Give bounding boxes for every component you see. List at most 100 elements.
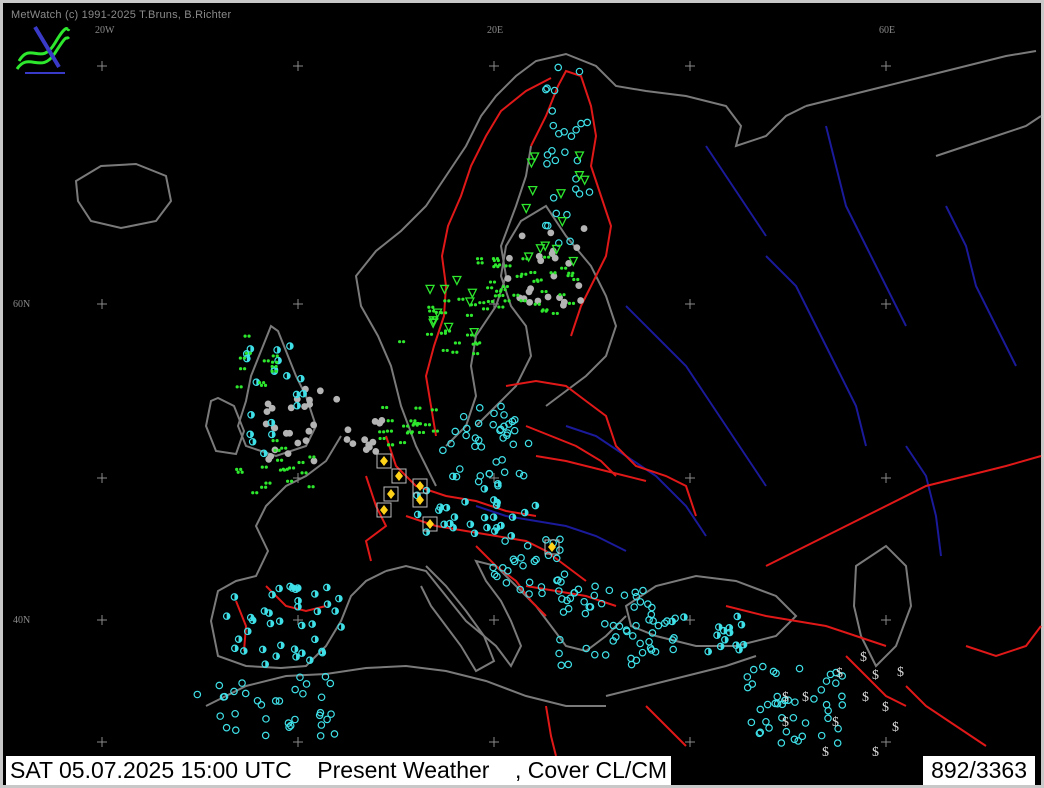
cloud-cover-icon	[669, 645, 678, 654]
rain-icon	[390, 419, 394, 423]
rain-icon	[270, 364, 274, 369]
rain-icon	[503, 288, 507, 292]
rain-icon	[490, 299, 494, 304]
cloud-cover-icon	[824, 714, 832, 723]
rain-icon	[485, 307, 490, 311]
rain-icon	[251, 491, 255, 495]
cloud-cover-icon	[548, 107, 557, 115]
rain-icon	[492, 265, 496, 269]
thunderstorm-icon	[548, 542, 556, 552]
thunderstorm-icon	[380, 505, 388, 515]
rain-icon	[271, 354, 275, 358]
plus-icon	[685, 61, 695, 71]
coastline-segment	[385, 559, 627, 668]
cloud-cover-icon	[253, 696, 262, 705]
rain-icon	[271, 439, 275, 443]
border-segment	[905, 685, 987, 747]
rain-icon	[311, 485, 315, 489]
rain-icon	[465, 313, 470, 317]
cloud-cover-icon	[630, 603, 638, 611]
rain-icon	[562, 293, 566, 297]
cloud-cover-icon	[330, 730, 339, 738]
shower-icon	[579, 175, 590, 186]
cloud-cover-icon	[777, 739, 786, 747]
plus-icon	[489, 61, 499, 71]
rain-icon	[402, 440, 407, 445]
rain-icon	[429, 332, 434, 336]
overcast-icon	[518, 232, 526, 240]
rain-icon	[274, 364, 278, 369]
rain-icon	[524, 272, 528, 276]
cloud-cover-icon	[590, 650, 599, 659]
rain-icon	[547, 255, 551, 259]
rain-icon	[238, 356, 242, 360]
shower-icon	[574, 151, 585, 162]
rain-icon	[398, 340, 402, 344]
rain-icon	[386, 419, 390, 423]
cloud-cover-icon	[554, 63, 563, 72]
shower-icon	[521, 203, 532, 214]
border-segment	[364, 475, 388, 562]
rain-icon	[444, 311, 448, 315]
rain-icon	[529, 270, 533, 275]
cloud-cover-icon	[601, 651, 610, 659]
dust-haze-icon: $	[862, 690, 869, 705]
cloud-cover-icon	[749, 665, 758, 674]
cloud-cover-icon	[257, 701, 266, 709]
cloud-cover-icon	[459, 412, 468, 421]
cloud-cover-icon	[817, 686, 826, 694]
cloud-cover-icon	[475, 404, 484, 412]
rain-icon	[497, 305, 501, 309]
cloud-cover-icon	[563, 210, 571, 219]
cloud-cover-icon	[615, 622, 624, 631]
rain-icon	[461, 297, 465, 301]
rain-icon	[390, 443, 395, 447]
shower-icon	[557, 216, 568, 228]
rain-icon	[402, 424, 406, 428]
rain-icon	[312, 455, 316, 459]
weather-map[interactable]: $$$$$ $$$$$$ $$	[6, 6, 1044, 758]
rain-icon	[532, 279, 536, 283]
shower-icon	[527, 185, 538, 197]
coastline-segment	[805, 50, 1037, 107]
cloud-cover-icon	[462, 431, 470, 440]
overcast-icon	[577, 297, 585, 304]
overcast-icon	[544, 293, 552, 301]
cloud-cover-icon	[517, 554, 525, 562]
rain-icon	[544, 289, 548, 294]
cloud-cover-icon	[574, 585, 583, 594]
river-segment	[565, 425, 707, 537]
cloud-cover-icon	[302, 680, 311, 688]
rain-icon	[507, 299, 511, 303]
rain-icon	[447, 299, 451, 303]
rain-icon	[479, 257, 484, 261]
rain-icon	[457, 297, 461, 301]
rain-icon	[439, 331, 444, 335]
rain-icon	[533, 302, 537, 306]
cloud-cover-icon	[510, 557, 519, 566]
rain-icon	[239, 467, 243, 471]
cloud-cover-icon	[501, 537, 509, 545]
rain-icon	[540, 289, 544, 294]
overcast-icon	[551, 254, 559, 262]
rain-icon	[417, 430, 422, 435]
rain-icon	[248, 351, 252, 355]
plus-icon	[97, 737, 107, 747]
rain-icon	[427, 423, 432, 427]
plus-icon	[685, 299, 695, 309]
rain-icon	[576, 277, 580, 282]
overcast-icon	[343, 436, 351, 443]
rain-icon	[258, 380, 262, 385]
cloud-cover-icon	[477, 443, 486, 451]
cloud-cover-icon	[543, 159, 551, 168]
rain-icon	[457, 341, 462, 345]
cloud-cover-icon	[791, 698, 799, 706]
rain-icon	[262, 380, 266, 385]
cloud-cover-icon	[838, 692, 846, 701]
rain-icon	[275, 458, 280, 462]
overcast-icon	[580, 225, 588, 232]
cloud-cover-icon	[238, 679, 246, 687]
cloud-cover-icon	[638, 648, 647, 657]
rain-icon	[300, 471, 304, 475]
cloud-cover-icon	[451, 427, 460, 436]
